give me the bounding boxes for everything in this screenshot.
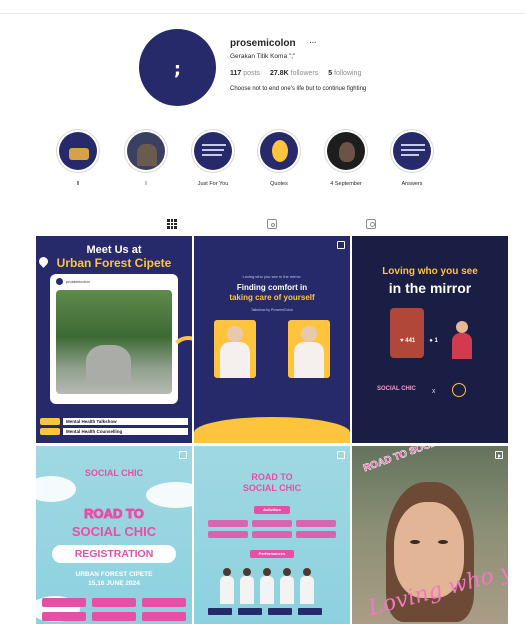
multi-photo-icon bbox=[337, 241, 345, 249]
followers-label: followers bbox=[290, 70, 319, 77]
post-heading: Finding comfort in bbox=[236, 283, 308, 292]
multi-photo-icon bbox=[179, 451, 187, 459]
card-header: prosemicolon bbox=[56, 278, 90, 285]
reels-icon[interactable] bbox=[267, 219, 277, 229]
girl-illustration bbox=[450, 321, 474, 365]
highlight-label: Quotes bbox=[270, 181, 288, 187]
social-chic-logo: SOCIAL CHIC bbox=[377, 386, 416, 392]
profile-stats: 117 posts 27.8K followers 5 following bbox=[230, 70, 361, 77]
performer-photo bbox=[240, 568, 254, 604]
event-date: 15,16 JUNE 2024 bbox=[88, 580, 140, 587]
social-chic-logo: SOCIAL CHIC bbox=[84, 468, 144, 478]
multi-photo-icon bbox=[337, 451, 345, 459]
highlight-item[interactable]: II bbox=[56, 129, 100, 187]
speaker-photo bbox=[288, 320, 330, 378]
highlight-item[interactable]: Answers bbox=[390, 129, 434, 187]
post-heading: Meet Us at bbox=[86, 244, 142, 256]
post-thumbnail-6[interactable]: ROAD TO SOCIAL CHIC JAKARTA 2024 Loving … bbox=[352, 446, 508, 624]
followers-stat[interactable]: 27.8K followers bbox=[270, 70, 318, 77]
highlight-item[interactable]: I bbox=[124, 129, 168, 187]
highlight-ring bbox=[191, 129, 235, 173]
highlight-ring bbox=[324, 129, 368, 173]
posts-count: 117 bbox=[230, 70, 242, 77]
performer-photo bbox=[300, 568, 314, 604]
post-heading: ROAD TO bbox=[84, 506, 145, 522]
post-heading: SOCIAL CHIC bbox=[71, 524, 157, 539]
following-label: following bbox=[334, 70, 362, 77]
post-heading: SOCIAL CHIC bbox=[242, 483, 302, 493]
performers-header: Performances bbox=[250, 550, 294, 558]
decorative-wave bbox=[194, 417, 350, 443]
post-thumbnail-3[interactable]: Loving who you see in the mirror ♥ 441 ●… bbox=[352, 236, 508, 443]
highlight-cover bbox=[127, 132, 165, 170]
profile-avatar[interactable]: ; bbox=[139, 29, 216, 106]
semicolon-logo: ; bbox=[173, 59, 182, 80]
schedule-item: Mental Health Counselling bbox=[63, 427, 188, 435]
username[interactable]: prosemicolon bbox=[230, 38, 296, 49]
highlight-ring bbox=[56, 129, 100, 173]
schedule-rows: Mental Health Talkshow Mental Health Cou… bbox=[40, 415, 188, 435]
more-options-icon[interactable]: ··· bbox=[310, 40, 317, 47]
embedded-post-card: prosemicolon bbox=[50, 274, 178, 404]
tagged-icon[interactable] bbox=[366, 219, 376, 229]
performer-photo bbox=[260, 568, 274, 604]
post-heading: ROAD TO SOCIAL CHIC JAKARTA 2024 bbox=[362, 446, 508, 475]
profile-full-name: Gerakan Titik Koma ";" bbox=[230, 53, 296, 60]
highlight-item[interactable]: 4 September bbox=[324, 129, 368, 187]
grid-icon[interactable] bbox=[167, 219, 177, 229]
post-subtitle: Loving who you see in the mirror: bbox=[242, 274, 302, 279]
performer-photo bbox=[280, 568, 294, 604]
post-thumbnail-1[interactable]: Meet Us at Urban Forest Cipete prosemico… bbox=[36, 236, 192, 443]
post-thumbnail-2[interactable]: Loving who you see in the mirror: Findin… bbox=[194, 236, 350, 443]
speaker-photo bbox=[214, 320, 256, 378]
post-heading: ROAD TO bbox=[251, 472, 293, 482]
posts-stat: 117 posts bbox=[230, 70, 260, 77]
activities-header: Activities bbox=[254, 506, 290, 514]
post-heading: Urban Forest Cipete bbox=[56, 256, 172, 270]
following-count: 5 bbox=[328, 70, 333, 77]
highlight-cover bbox=[59, 132, 97, 170]
top-divider bbox=[0, 13, 525, 14]
highlight-label: Answers bbox=[401, 181, 423, 187]
likes-count: 441 bbox=[405, 338, 416, 344]
registration-banner: REGISTRATION bbox=[52, 545, 176, 563]
highlight-ring bbox=[124, 129, 168, 173]
highlight-cover bbox=[327, 132, 365, 170]
mirror-illustration bbox=[390, 308, 424, 358]
post-heading: Loving who you see bbox=[382, 266, 478, 277]
post-thumbnail-5[interactable]: ROAD TO SOCIAL CHIC Activities Performan… bbox=[194, 446, 350, 624]
followers-count: 27.8K bbox=[269, 70, 289, 77]
highlight-cover bbox=[393, 132, 431, 170]
schedule-item: Mental Health Talkshow bbox=[63, 417, 188, 425]
highlight-label: Just For You bbox=[197, 181, 229, 187]
profile-bio: Choose not to end one's life but to cont… bbox=[230, 86, 367, 92]
following-stat[interactable]: 5 following bbox=[328, 70, 361, 77]
hover-stats: ♥ 441 ● 1 bbox=[400, 338, 438, 344]
posts-label: posts bbox=[243, 70, 260, 77]
highlight-label: 4 September bbox=[330, 181, 362, 187]
card-account: prosemicolon bbox=[66, 279, 90, 284]
collab-x: X bbox=[432, 389, 436, 395]
highlight-ring bbox=[257, 129, 301, 173]
highlight-item[interactable]: Just For You bbox=[191, 129, 235, 187]
park-photo bbox=[56, 290, 172, 394]
highlight-label: I bbox=[145, 181, 147, 187]
highlight-item[interactable]: Quotes bbox=[257, 129, 301, 187]
comments-stat: ● 1 bbox=[429, 338, 438, 344]
partner-logo bbox=[452, 383, 466, 397]
highlight-cover bbox=[194, 132, 232, 170]
comments-count: 1 bbox=[434, 338, 438, 344]
post-heading: taking care of yourself bbox=[229, 293, 315, 302]
post-thumbnail-4[interactable]: SOCIAL CHIC ROAD TO SOCIAL CHIC REGISTRA… bbox=[36, 446, 192, 624]
event-venue: URBAN FOREST CIPETE bbox=[75, 571, 153, 578]
highlight-cover bbox=[260, 132, 298, 170]
highlight-ring bbox=[390, 129, 434, 173]
reel-icon bbox=[495, 451, 503, 459]
post-caption: Talkshow by ProsemiColon bbox=[250, 308, 294, 312]
post-heading: in the mirror bbox=[388, 280, 472, 296]
highlight-label: II bbox=[76, 181, 80, 187]
performer-photo bbox=[220, 568, 234, 604]
username-row: prosemicolon ··· bbox=[230, 38, 317, 49]
likes-stat: ♥ 441 bbox=[400, 338, 416, 344]
